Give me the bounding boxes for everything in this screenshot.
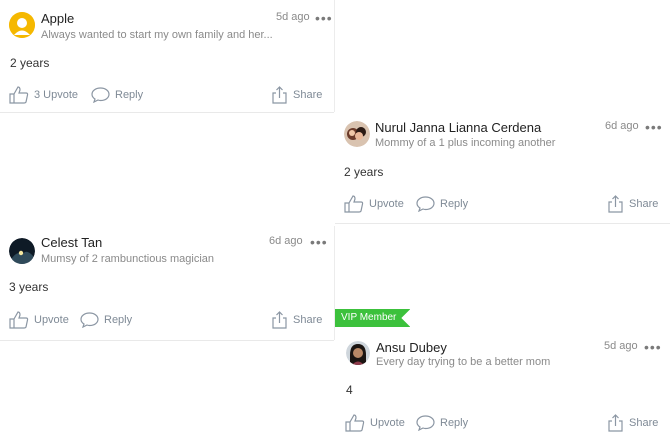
- answer-text: 2 years: [344, 165, 384, 179]
- divider: [335, 223, 670, 224]
- speech-bubble-icon: [91, 87, 110, 103]
- speech-bubble-icon: [416, 415, 435, 431]
- answer-text: 4: [346, 383, 353, 397]
- thumbs-up-icon: [344, 195, 364, 213]
- reply-label: Reply: [115, 89, 144, 101]
- upvote-button[interactable]: Upvote: [344, 195, 404, 213]
- more-options-icon[interactable]: •••: [645, 120, 663, 134]
- upvote-button[interactable]: Upvote: [9, 311, 69, 329]
- comment-card: Nurul Janna Lianna Cerdena Mommy of a 1 …: [335, 113, 670, 223]
- speech-bubble-icon: [416, 196, 435, 212]
- author-bio: Always wanted to start my own family and…: [41, 29, 273, 41]
- answer-text: 2 years: [10, 56, 50, 70]
- more-options-icon[interactable]: •••: [315, 11, 333, 25]
- share-icon: [608, 195, 623, 213]
- share-icon: [272, 86, 287, 104]
- author-bio: Every day trying to be a better mom: [376, 356, 551, 368]
- comment-card: Celest Tan Mumsy of 2 rambunctious magic…: [0, 226, 335, 340]
- share-icon: [272, 311, 287, 329]
- author-bio: Mommy of a 1 plus incoming another: [375, 137, 556, 149]
- share-button[interactable]: Share: [607, 195, 658, 213]
- share-icon: [608, 414, 623, 432]
- share-label: Share: [293, 314, 323, 326]
- author-name[interactable]: Nurul Janna Lianna Cerdena: [375, 120, 541, 135]
- more-options-icon[interactable]: •••: [310, 235, 328, 249]
- author-name[interactable]: Apple: [41, 11, 74, 26]
- share-button[interactable]: Share: [271, 86, 322, 104]
- reply-button[interactable]: Reply: [416, 415, 468, 431]
- reply-label: Reply: [440, 198, 469, 210]
- share-label: Share: [629, 198, 659, 210]
- share-label: Share: [293, 89, 323, 101]
- avatar[interactable]: [9, 12, 35, 38]
- reply-label: Reply: [104, 314, 133, 326]
- answer-text: 3 years: [9, 280, 49, 294]
- night-photo-avatar-icon: [9, 238, 35, 264]
- smiley-avatar-icon: [9, 12, 35, 38]
- upvote-label: Upvote: [370, 417, 405, 429]
- avatar[interactable]: [346, 341, 370, 365]
- photo-avatar-icon: [344, 121, 370, 147]
- photo-avatar-icon: [346, 341, 370, 365]
- author-name[interactable]: Ansu Dubey: [376, 340, 447, 355]
- vip-member-badge: VIP Member: [335, 309, 411, 327]
- upvote-button[interactable]: 3 Upvote: [9, 86, 78, 104]
- reply-button[interactable]: Reply: [91, 87, 143, 103]
- share-label: Share: [629, 417, 659, 429]
- author-bio: Mumsy of 2 rambunctious magician: [41, 253, 215, 265]
- more-options-icon[interactable]: •••: [644, 340, 662, 354]
- share-button[interactable]: Share: [271, 311, 322, 329]
- comment-card: Apple Always wanted to start my own fami…: [0, 0, 335, 112]
- timestamp: 5d ago: [276, 11, 310, 23]
- reply-button[interactable]: Reply: [80, 312, 132, 328]
- comment-card: Ansu Dubey Every day trying to be a bett…: [335, 332, 670, 445]
- reply-button[interactable]: Reply: [416, 196, 468, 212]
- upvote-label: 3 Upvote: [34, 89, 79, 101]
- divider: [0, 340, 334, 341]
- thumbs-up-icon: [345, 414, 365, 432]
- reply-label: Reply: [440, 417, 469, 429]
- speech-bubble-icon: [80, 312, 99, 328]
- thumbs-up-icon: [9, 86, 29, 104]
- author-name[interactable]: Celest Tan: [41, 235, 102, 250]
- avatar[interactable]: [9, 238, 35, 264]
- thumbs-up-icon: [9, 311, 29, 329]
- timestamp: 6d ago: [269, 235, 303, 247]
- upvote-label: Upvote: [34, 314, 69, 326]
- upvote-button[interactable]: Upvote: [345, 414, 405, 432]
- timestamp: 5d ago: [604, 340, 638, 352]
- avatar[interactable]: [344, 121, 370, 147]
- divider: [0, 112, 334, 113]
- share-button[interactable]: Share: [607, 414, 658, 432]
- timestamp: 6d ago: [605, 120, 639, 132]
- upvote-label: Upvote: [369, 198, 404, 210]
